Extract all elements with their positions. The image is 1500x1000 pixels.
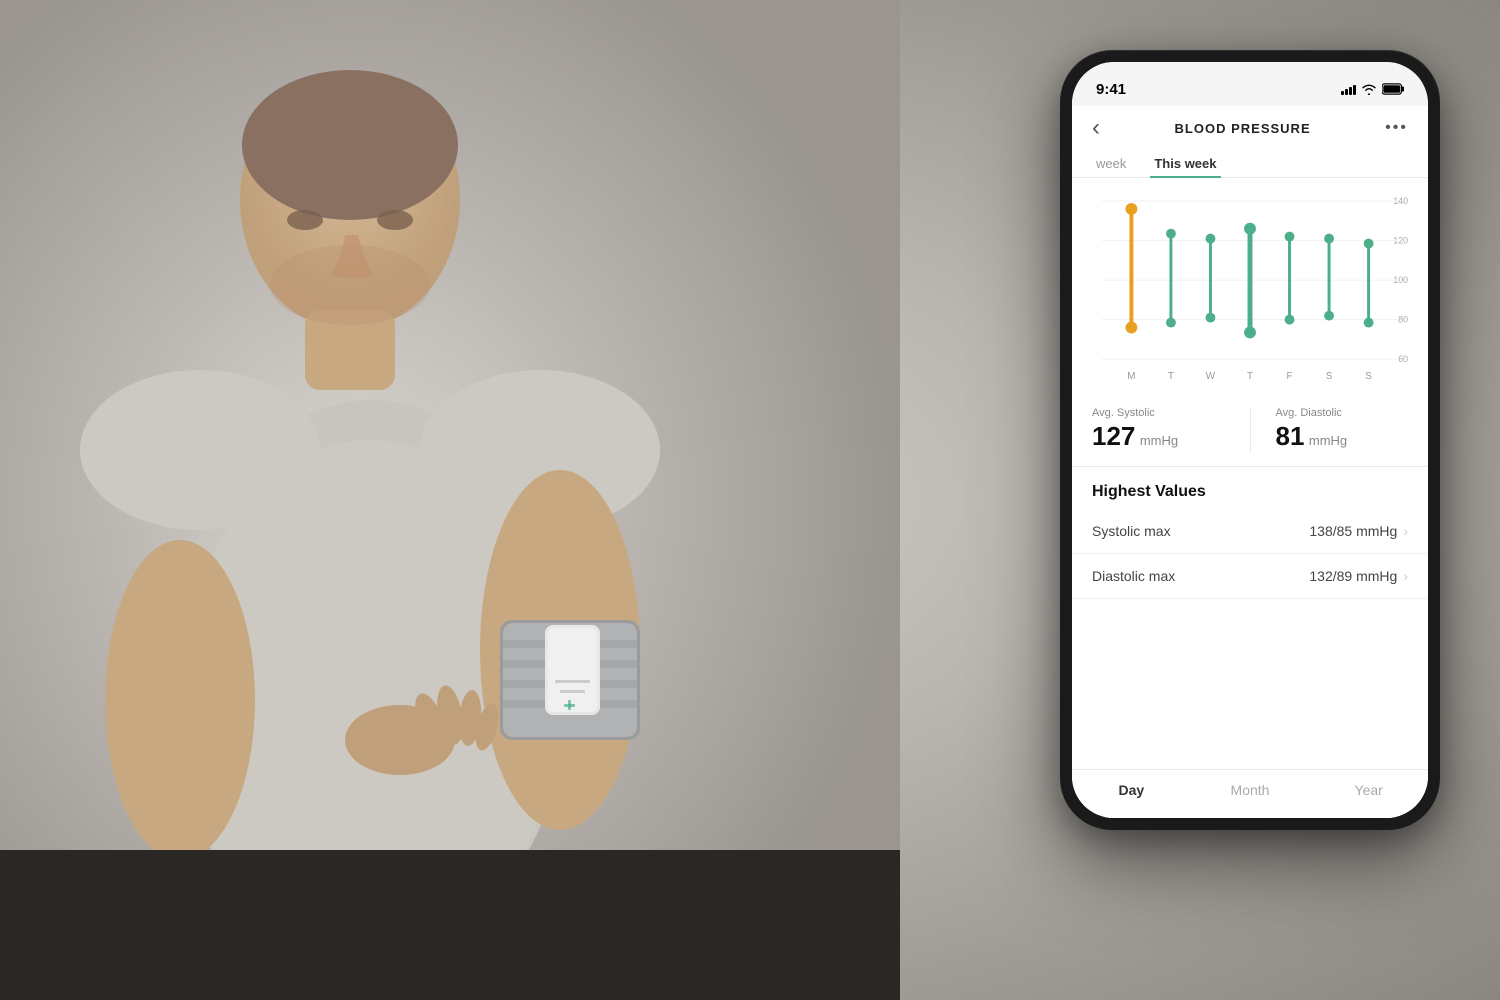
signal-icon <box>1341 83 1356 95</box>
status-time: 9:41 <box>1096 81 1126 98</box>
diastolic-unit: mmHg <box>1309 433 1347 448</box>
svg-text:S: S <box>1326 371 1333 382</box>
svg-text:S: S <box>1365 371 1372 382</box>
svg-text:T: T <box>1168 371 1174 382</box>
battery-icon <box>1382 83 1404 95</box>
phone-screen: 9:41 <box>1072 62 1428 818</box>
tab-week[interactable]: week <box>1092 150 1130 177</box>
svg-text:60: 60 <box>1398 354 1408 364</box>
status-icons <box>1341 83 1404 95</box>
app-content: ‹ BLOOD PRESSURE ••• week This week <box>1072 106 1428 818</box>
more-menu-button[interactable]: ••• <box>1385 119 1408 137</box>
diastolic-max-right: 132/89 mmHg › <box>1309 568 1408 584</box>
tab-this-week[interactable]: This week <box>1150 150 1220 177</box>
tab-year[interactable]: Year <box>1309 778 1428 802</box>
systolic-max-row[interactable]: Systolic max 138/85 mmHg › <box>1072 509 1428 554</box>
svg-text:M: M <box>1127 371 1135 382</box>
period-tabs: week This week <box>1072 150 1428 178</box>
chart-svg: 140 120 100 80 60 <box>1082 188 1418 388</box>
diastolic-max-row[interactable]: Diastolic max 132/89 mmHg › <box>1072 554 1428 599</box>
svg-text:W: W <box>1206 371 1216 382</box>
systolic-label: Avg. Systolic <box>1092 407 1225 419</box>
systolic-value: 127 <box>1092 421 1135 451</box>
svg-text:F: F <box>1287 371 1293 382</box>
screen-title: BLOOD PRESSURE <box>1175 121 1311 136</box>
status-bar: 9:41 <box>1072 62 1428 106</box>
systolic-max-chevron: › <box>1403 523 1408 539</box>
tab-day[interactable]: Day <box>1072 778 1191 802</box>
phone-mockup: 9:41 <box>1060 50 1440 830</box>
systolic-value-display: 127 mmHg <box>1092 421 1225 452</box>
nav-bar: ‹ BLOOD PRESSURE ••• <box>1072 106 1428 150</box>
back-button[interactable]: ‹ <box>1092 114 1100 142</box>
systolic-max-label: Systolic max <box>1092 523 1171 539</box>
systolic-max-value: 138/85 mmHg <box>1309 523 1397 539</box>
wifi-icon <box>1361 83 1377 95</box>
blood-pressure-chart: 140 120 100 80 60 <box>1082 188 1418 388</box>
diastolic-max-value: 132/89 mmHg <box>1309 568 1397 584</box>
stats-area: Avg. Systolic 127 mmHg Avg. Diastolic 81… <box>1072 393 1428 467</box>
diastolic-max-chevron: › <box>1403 568 1408 584</box>
diastolic-label: Avg. Diastolic <box>1276 407 1409 419</box>
svg-text:80: 80 <box>1398 315 1408 325</box>
diastolic-value: 81 <box>1276 421 1305 451</box>
systolic-stat: Avg. Systolic 127 mmHg <box>1092 407 1225 452</box>
chart-area: 140 120 100 80 60 <box>1072 178 1428 393</box>
stats-divider <box>1250 407 1251 452</box>
tab-month[interactable]: Month <box>1191 778 1310 802</box>
phone-frame: 9:41 <box>1060 50 1440 830</box>
svg-text:T: T <box>1247 371 1253 382</box>
highest-values-header: Highest Values <box>1072 467 1428 509</box>
diastolic-stat: Avg. Diastolic 81 mmHg <box>1276 407 1409 452</box>
bottom-tabs: Day Month Year <box>1072 769 1428 818</box>
systolic-unit: mmHg <box>1140 433 1178 448</box>
diastolic-max-label: Diastolic max <box>1092 568 1175 584</box>
person-illustration <box>0 0 900 1000</box>
diastolic-value-display: 81 mmHg <box>1276 421 1409 452</box>
home-indicator <box>1190 818 1310 822</box>
systolic-max-right: 138/85 mmHg › <box>1309 523 1408 539</box>
